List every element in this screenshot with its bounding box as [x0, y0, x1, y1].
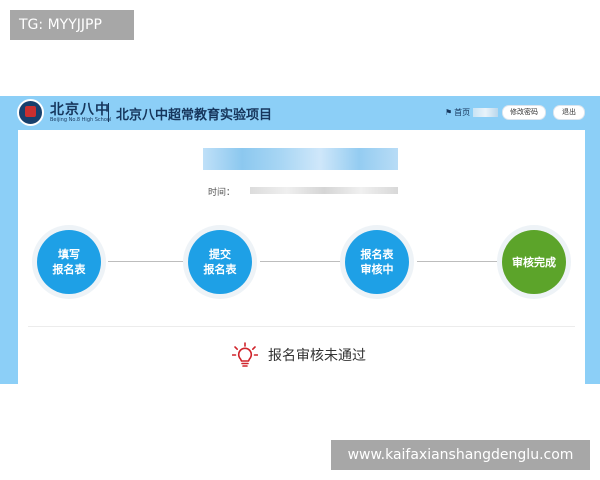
school-logo-text: 北京八中 — [50, 102, 110, 118]
time-label: 时间： — [208, 188, 236, 198]
logout-button[interactable]: 退出 — [553, 105, 585, 120]
lightbulb-icon — [232, 342, 258, 367]
home-label: 首页 — [454, 108, 471, 117]
app-frame: 北京八中 Beijing No.8 High School 北京八中超常教育实验… — [0, 96, 600, 384]
watermark-bottom: www.kaifaxianshangdenglu.com — [331, 440, 590, 470]
project-title: 北京八中超常教育实验项目 — [116, 108, 273, 123]
step-under-review[interactable]: 报名表 审核中 — [345, 230, 409, 294]
review-status: 报名审核未通过 — [232, 342, 366, 368]
status-text: 报名审核未通过 — [268, 348, 366, 364]
home-icon: ⚑ — [445, 107, 453, 117]
step-connector — [260, 261, 340, 262]
step-fill-form[interactable]: 填写 报名表 — [37, 230, 101, 294]
school-logo-english: Beijing No.8 High School — [50, 117, 112, 123]
step-connector — [108, 261, 184, 262]
application-title-redacted — [203, 148, 398, 170]
time-value-redacted — [250, 187, 398, 194]
watermark-top: TG: MYYJJPP — [10, 10, 134, 40]
step-review-complete[interactable]: 审核完成 — [502, 230, 566, 294]
main-panel: 时间： 填写 报名表 提交 报名表 报名表 审核中 审核完成 报名审核未通过 — [18, 130, 585, 384]
home-link[interactable]: ⚑ 首页 — [445, 107, 470, 118]
logo-divider — [108, 103, 109, 122]
section-divider — [28, 326, 575, 327]
step-submit-form[interactable]: 提交 报名表 — [188, 230, 252, 294]
username-redacted — [473, 108, 498, 117]
change-password-button[interactable]: 修改密码 — [502, 105, 546, 120]
school-emblem-icon — [17, 99, 44, 126]
header-bar: 北京八中 Beijing No.8 High School 北京八中超常教育实验… — [0, 96, 600, 130]
step-connector — [417, 261, 497, 262]
